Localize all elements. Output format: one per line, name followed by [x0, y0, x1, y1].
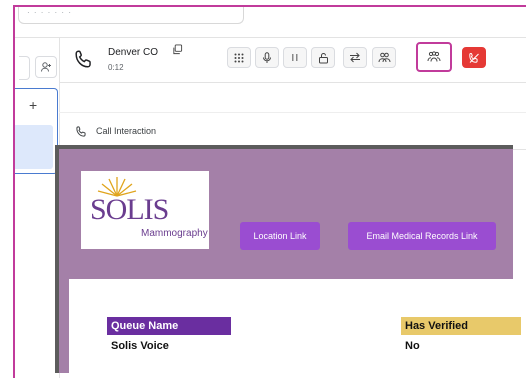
- location-link-button[interactable]: Location Link: [240, 222, 320, 250]
- phone-icon: [73, 48, 95, 70]
- copy-icon[interactable]: [172, 44, 183, 55]
- call-timer: 0:12: [108, 63, 124, 72]
- email-medical-records-button[interactable]: Email Medical Records Link: [348, 222, 496, 250]
- microphone-icon: [262, 51, 272, 64]
- call-header: Denver CO 0:12: [59, 38, 526, 83]
- logo-text: SOLIS: [90, 193, 169, 226]
- pause-icon: [291, 53, 299, 62]
- conference-icon: [427, 51, 441, 63]
- unlock-icon: [318, 52, 329, 64]
- conference-button[interactable]: [416, 42, 452, 72]
- dialpad-icon: [234, 53, 244, 63]
- search-text: · · · · · · ·: [27, 8, 72, 17]
- search-input[interactable]: · · · · · · ·: [18, 7, 244, 24]
- consult-button[interactable]: [372, 47, 396, 68]
- add-user-button[interactable]: [35, 56, 57, 78]
- collapse-button[interactable]: [19, 56, 30, 80]
- has-verified-value: No: [405, 340, 420, 352]
- mute-button[interactable]: [255, 47, 279, 68]
- phone-small-icon: [75, 125, 88, 138]
- plus-icon[interactable]: +: [29, 97, 37, 113]
- lock-button[interactable]: [311, 47, 335, 68]
- call-interaction-label: Call Interaction: [96, 126, 157, 136]
- people-icon: [378, 52, 391, 63]
- info-card: Queue Name Solis Voice Has Verified No: [69, 279, 521, 377]
- solis-logo: SOLIS Mammography: [81, 171, 209, 249]
- transfer-icon: [349, 52, 361, 63]
- queue-name-header: Queue Name: [107, 317, 231, 335]
- selected-interaction[interactable]: [15, 125, 53, 169]
- dialpad-button[interactable]: [227, 47, 251, 68]
- end-call-button[interactable]: [462, 47, 486, 68]
- has-verified-header: Has Verified: [401, 317, 521, 335]
- embedded-page: SOLIS Mammography Location Link Email Me…: [55, 145, 521, 377]
- add-user-icon: [40, 61, 52, 73]
- caller-name: Denver CO: [108, 47, 159, 58]
- transfer-button[interactable]: [343, 47, 367, 68]
- left-rail: +: [15, 38, 60, 378]
- interaction-list-panel: +: [15, 88, 58, 174]
- hold-button[interactable]: [283, 47, 307, 68]
- end-call-icon: [468, 52, 480, 64]
- logo-subtext: Mammography: [141, 228, 208, 239]
- top-bar: · · · · · · ·: [15, 7, 526, 38]
- queue-name-value: Solis Voice: [111, 340, 169, 352]
